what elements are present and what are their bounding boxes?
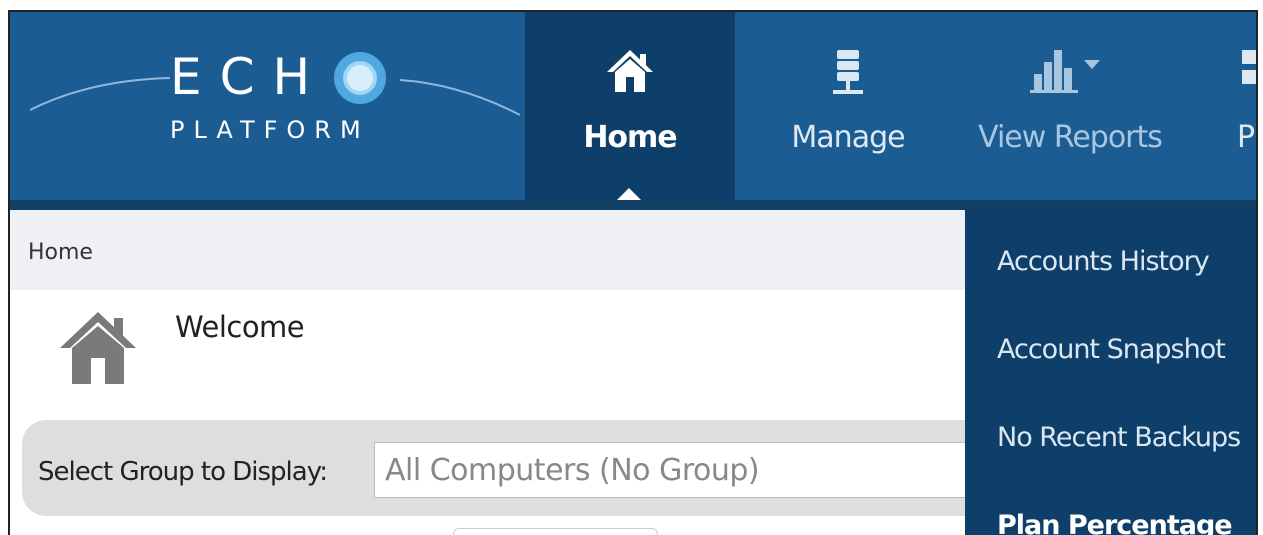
nav-manage[interactable]: Manage — [743, 12, 953, 200]
nav-more[interactable]: P — [1215, 12, 1256, 200]
menu-item-plan-percentage[interactable]: Plan Percentage — [997, 510, 1233, 535]
group-select-bar: Select Group to Display: All Computers (… — [22, 420, 1022, 516]
welcome-home-icon — [58, 310, 138, 391]
logo-word: ECH — [170, 48, 329, 106]
menu-item-no-recent-backups[interactable]: No Recent Backups — [997, 422, 1241, 453]
bar-chart-dropdown-icon — [1030, 48, 1110, 99]
echo-platform-logo[interactable]: ECH PLATFORM — [30, 40, 520, 160]
breadcrumb-home[interactable]: Home — [28, 240, 93, 265]
content-box — [453, 528, 658, 535]
app-window: ECH PLATFORM Home Manage View Reports P … — [8, 10, 1258, 535]
home-icon — [605, 48, 655, 99]
menu-item-accounts-history[interactable]: Accounts History — [997, 246, 1210, 277]
group-select-dropdown[interactable]: All Computers (No Group) — [374, 442, 1014, 498]
nav-view-reports-label: View Reports — [978, 120, 1163, 155]
group-select-label: Select Group to Display: — [38, 457, 328, 487]
nav-manage-label: Manage — [791, 120, 905, 155]
nav-home[interactable]: Home — [525, 12, 735, 200]
navbar-underline — [10, 200, 1256, 210]
logo-subtitle: PLATFORM — [170, 116, 370, 144]
nav-view-reports[interactable]: View Reports — [965, 12, 1175, 200]
menu-item-account-snapshot[interactable]: Account Snapshot — [997, 334, 1226, 365]
server-icon — [831, 48, 865, 103]
view-reports-dropdown-menu: Accounts History Account Snapshot No Rec… — [965, 210, 1256, 535]
group-select-value: All Computers (No Group) — [385, 453, 760, 488]
welcome-heading: Welcome — [175, 310, 305, 344]
nav-home-label: Home — [583, 120, 677, 155]
grid-icon — [1240, 48, 1256, 101]
nav-more-label: P — [1237, 120, 1255, 155]
top-navbar: ECH PLATFORM Home Manage View Reports P — [10, 12, 1256, 202]
